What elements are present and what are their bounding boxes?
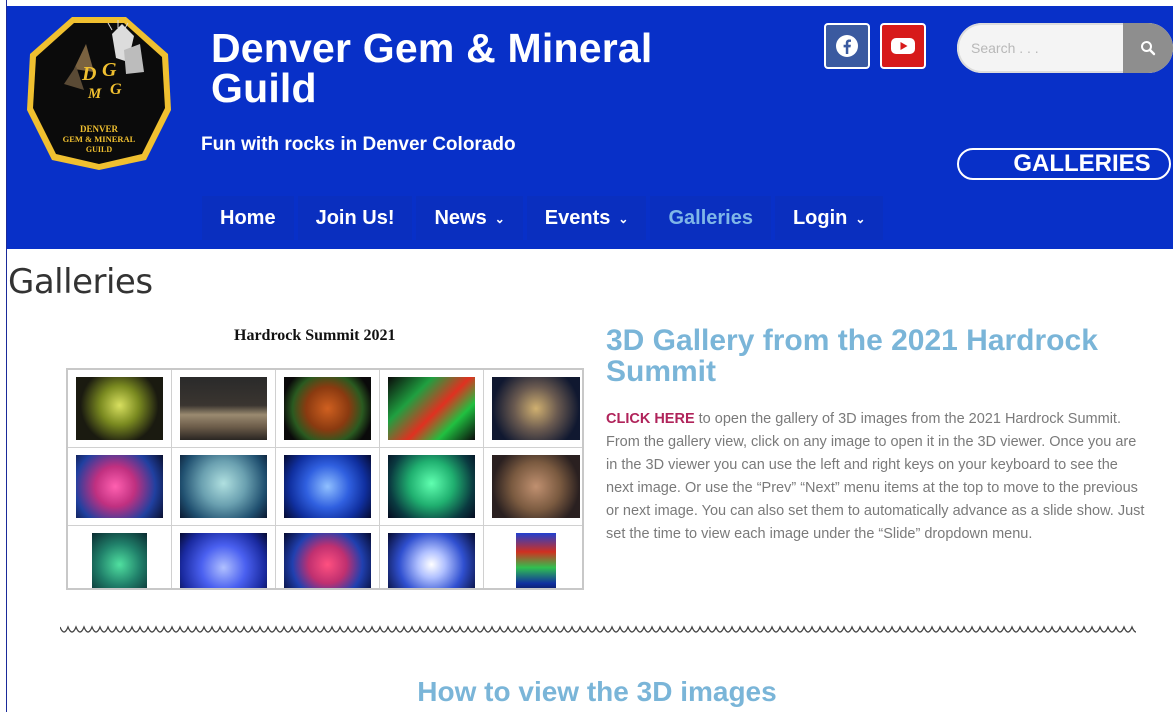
- main-nav: Home Join Us! News ⌄ Events ⌄ Galleries …: [202, 196, 887, 240]
- galleries-button-label: GALLERIES: [1013, 150, 1151, 177]
- thumbnail-cell: [484, 370, 582, 448]
- mineral-photo: [180, 455, 267, 518]
- thumbnail-cell: [380, 448, 484, 526]
- mineral-photo: [388, 377, 475, 440]
- nav-item-home[interactable]: Home: [202, 196, 294, 240]
- thumbnail-cell: [172, 448, 276, 526]
- mineral-photo: [76, 455, 163, 518]
- thumbnail-cell: [172, 526, 276, 588]
- svg-text:G: G: [110, 81, 122, 98]
- wavy-divider: [60, 625, 1136, 633]
- mineral-photo: [492, 377, 580, 440]
- mineral-photo: [284, 455, 371, 518]
- nav-item-label: Join Us!: [315, 206, 395, 229]
- mineral-photo: [180, 533, 267, 588]
- nav-item-galleries[interactable]: Galleries: [650, 196, 771, 240]
- thumbnail-cell: [484, 526, 582, 588]
- site-header: D G M G DENVER GEM & MINERAL GUILD Denve…: [7, 6, 1173, 249]
- youtube-icon: [891, 38, 915, 54]
- site-tagline: Fun with rocks in Denver Colorado: [201, 134, 516, 155]
- thumbnail-cell: [380, 370, 484, 448]
- nav-item-label: Home: [220, 206, 276, 229]
- thumbnail-cell: [172, 370, 276, 448]
- gallery-description-text: to open the gallery of 3D images from th…: [606, 411, 1145, 542]
- nav-item-label: News: [434, 206, 487, 229]
- mineral-photo: [388, 455, 475, 518]
- page-title: Galleries: [8, 262, 153, 302]
- thumbnail-cell: [68, 370, 172, 448]
- mineral-photo: [284, 377, 371, 440]
- site-title[interactable]: Denver Gem & Mineral Guild: [211, 28, 731, 109]
- mineral-photo: [92, 533, 147, 588]
- mineral-photo: [516, 533, 556, 588]
- search-form: [957, 23, 1173, 73]
- thumbnail-caption: Hardrock Summit 2021: [234, 327, 396, 344]
- thumbnail-cell: [484, 448, 582, 526]
- logo-line-2: GEM & MINERAL: [63, 134, 136, 144]
- thumbnail-cell: [276, 448, 380, 526]
- mineral-photo: [388, 533, 475, 588]
- search-button[interactable]: [1123, 23, 1173, 73]
- logo-line-3: GUILD: [86, 145, 112, 154]
- thumbnail-cell: [68, 448, 172, 526]
- thumbnail-cell: [276, 526, 380, 588]
- facebook-icon: [836, 35, 858, 57]
- nav-item-label: Galleries: [668, 206, 753, 229]
- youtube-button[interactable]: [880, 23, 926, 69]
- mineral-photo: [76, 377, 163, 440]
- nav-item-label: Events: [544, 206, 611, 229]
- section-heading: How to view the 3D images: [417, 676, 777, 707]
- nav-item-label: Login: [792, 206, 848, 229]
- nav-item-events[interactable]: Events ⌄: [526, 196, 647, 240]
- nav-item-join-us[interactable]: Join Us!: [297, 196, 413, 240]
- chevron-down-icon: ⌄: [494, 212, 505, 226]
- gallery-thumbnail-image[interactable]: [66, 368, 584, 590]
- galleries-button[interactable]: GALLERIES: [957, 148, 1171, 180]
- chevron-down-icon: ⌄: [618, 212, 629, 226]
- logo-line-1: DENVER: [80, 124, 119, 134]
- thumbnail-cell: [380, 526, 484, 588]
- svg-text:D: D: [81, 63, 96, 85]
- gallery-heading-link[interactable]: 3D Gallery from the 2021 Hardrock Summit: [606, 325, 1146, 387]
- chevron-down-icon: ⌄: [855, 212, 866, 226]
- mineral-photo: [492, 455, 580, 518]
- facebook-button[interactable]: [824, 23, 870, 69]
- nav-item-login[interactable]: Login ⌄: [774, 196, 884, 240]
- guild-logo[interactable]: D G M G DENVER GEM & MINERAL GUILD: [24, 14, 174, 172]
- svg-text:M: M: [87, 86, 102, 102]
- mineral-photo: [284, 533, 371, 588]
- svg-text:G: G: [102, 59, 117, 81]
- gallery-description: CLICK HERE to open the gallery of 3D ima…: [606, 408, 1146, 546]
- search-icon: [1141, 41, 1156, 56]
- click-here-link[interactable]: CLICK HERE: [606, 411, 695, 427]
- search-input[interactable]: [957, 23, 1121, 73]
- thumbnail-cell: [276, 370, 380, 448]
- nav-item-news[interactable]: News ⌄: [416, 196, 523, 240]
- mineral-photo: [180, 377, 267, 440]
- thumbnail-cell: [68, 526, 172, 588]
